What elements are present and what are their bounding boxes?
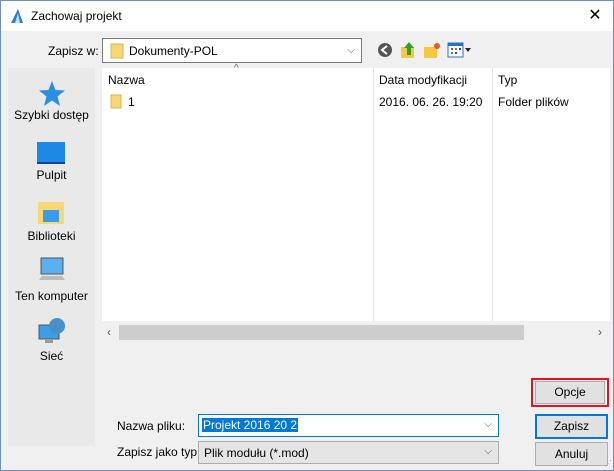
- column-header-date[interactable]: Data modyfikacji: [374, 68, 492, 90]
- chevron-down-icon: ⌵: [484, 446, 492, 457]
- scroll-right-icon[interactable]: ›: [598, 325, 602, 339]
- column-label: Typ: [498, 73, 518, 87]
- folder-icon: [110, 94, 122, 109]
- computer-icon: [39, 257, 65, 280]
- scroll-left-icon[interactable]: ‹: [107, 325, 111, 339]
- places-bar: Szybki dostęp Pulpit Biblioteki Ten komp…: [8, 68, 95, 446]
- save-dialog: Zachowaj projekt ✕ Zapisz w: Dokumenty-P…: [0, 0, 614, 471]
- save-button[interactable]: Zapisz: [535, 414, 608, 439]
- sidebar-item-desktop[interactable]: Pulpit: [8, 138, 95, 186]
- sidebar-item-label: Szybki dostęp: [14, 108, 89, 122]
- column-header-name[interactable]: Nazwa: [102, 68, 373, 90]
- sidebar-item-network[interactable]: Sieć: [8, 316, 95, 366]
- filetype-select[interactable]: Plik modułu (*.mod) ⌵: [198, 441, 499, 464]
- location-combo[interactable]: Dokumenty-POL ⌵: [102, 38, 362, 63]
- libraries-icon: [38, 202, 64, 224]
- filetype-label: Zapisz jako typ:: [117, 445, 201, 459]
- chevron-down-icon: ⌵: [347, 45, 355, 56]
- desktop-icon: [37, 142, 65, 164]
- resize-grip-icon[interactable]: ⋰: [604, 459, 612, 468]
- horizontal-scrollbar[interactable]: ‹ ›: [102, 321, 610, 345]
- up-folder-icon[interactable]: [400, 41, 417, 59]
- sidebar-item-libraries[interactable]: Biblioteki: [8, 196, 95, 246]
- view-icon: [447, 42, 471, 58]
- filename-input[interactable]: Projekt 2016 20 2 ⌵: [198, 414, 499, 437]
- window-title: Zachowaj projekt: [31, 9, 122, 23]
- chevron-down-icon[interactable]: ⌵: [484, 419, 492, 430]
- row-name: 1: [128, 95, 135, 109]
- sidebar-item-this-pc[interactable]: Ten komputer: [8, 256, 95, 306]
- row-type: Folder plików: [498, 95, 569, 109]
- save-in-label: Zapisz w:: [48, 44, 99, 58]
- sidebar-item-label: Biblioteki: [27, 229, 76, 243]
- scrollbar-thumb[interactable]: [119, 325, 524, 340]
- sidebar-item-label: Sieć: [39, 349, 64, 363]
- network-icon: [38, 318, 65, 343]
- filename-value: Projekt 2016 20 2: [202, 418, 299, 432]
- view-menu-button[interactable]: [447, 42, 473, 58]
- column-label: Data modyfikacji: [379, 73, 468, 87]
- file-list[interactable]: ^ Nazwa Data modyfikacji Typ 1 2016. 06.…: [102, 63, 610, 321]
- sidebar-item-label: Ten komputer: [15, 289, 88, 303]
- options-button[interactable]: Opcje: [535, 381, 605, 404]
- location-value: Dokumenty-POL: [129, 44, 218, 58]
- table-row[interactable]: 1 2016. 06. 26. 19:20 Folder plików: [102, 91, 610, 111]
- folder-icon: [110, 43, 124, 59]
- back-icon[interactable]: [377, 42, 393, 58]
- row-date: 2016. 06. 26. 19:20: [379, 95, 483, 109]
- app-icon: [11, 9, 23, 23]
- new-folder-icon[interactable]: [423, 41, 441, 59]
- filetype-value: Plik modułu (*.mod): [204, 446, 309, 460]
- column-label: Nazwa: [108, 73, 145, 87]
- title-bar: Zachowaj projekt ✕: [1, 1, 613, 31]
- filename-label: Nazwa pliku:: [117, 419, 186, 433]
- column-header-type[interactable]: Typ: [493, 68, 610, 90]
- sidebar-item-label: Pulpit: [36, 168, 67, 182]
- cancel-button[interactable]: Anuluj: [535, 442, 608, 466]
- star-icon: [39, 81, 65, 106]
- close-icon[interactable]: ✕: [581, 5, 609, 27]
- sidebar-item-quick-access[interactable]: Szybki dostęp: [8, 78, 95, 126]
